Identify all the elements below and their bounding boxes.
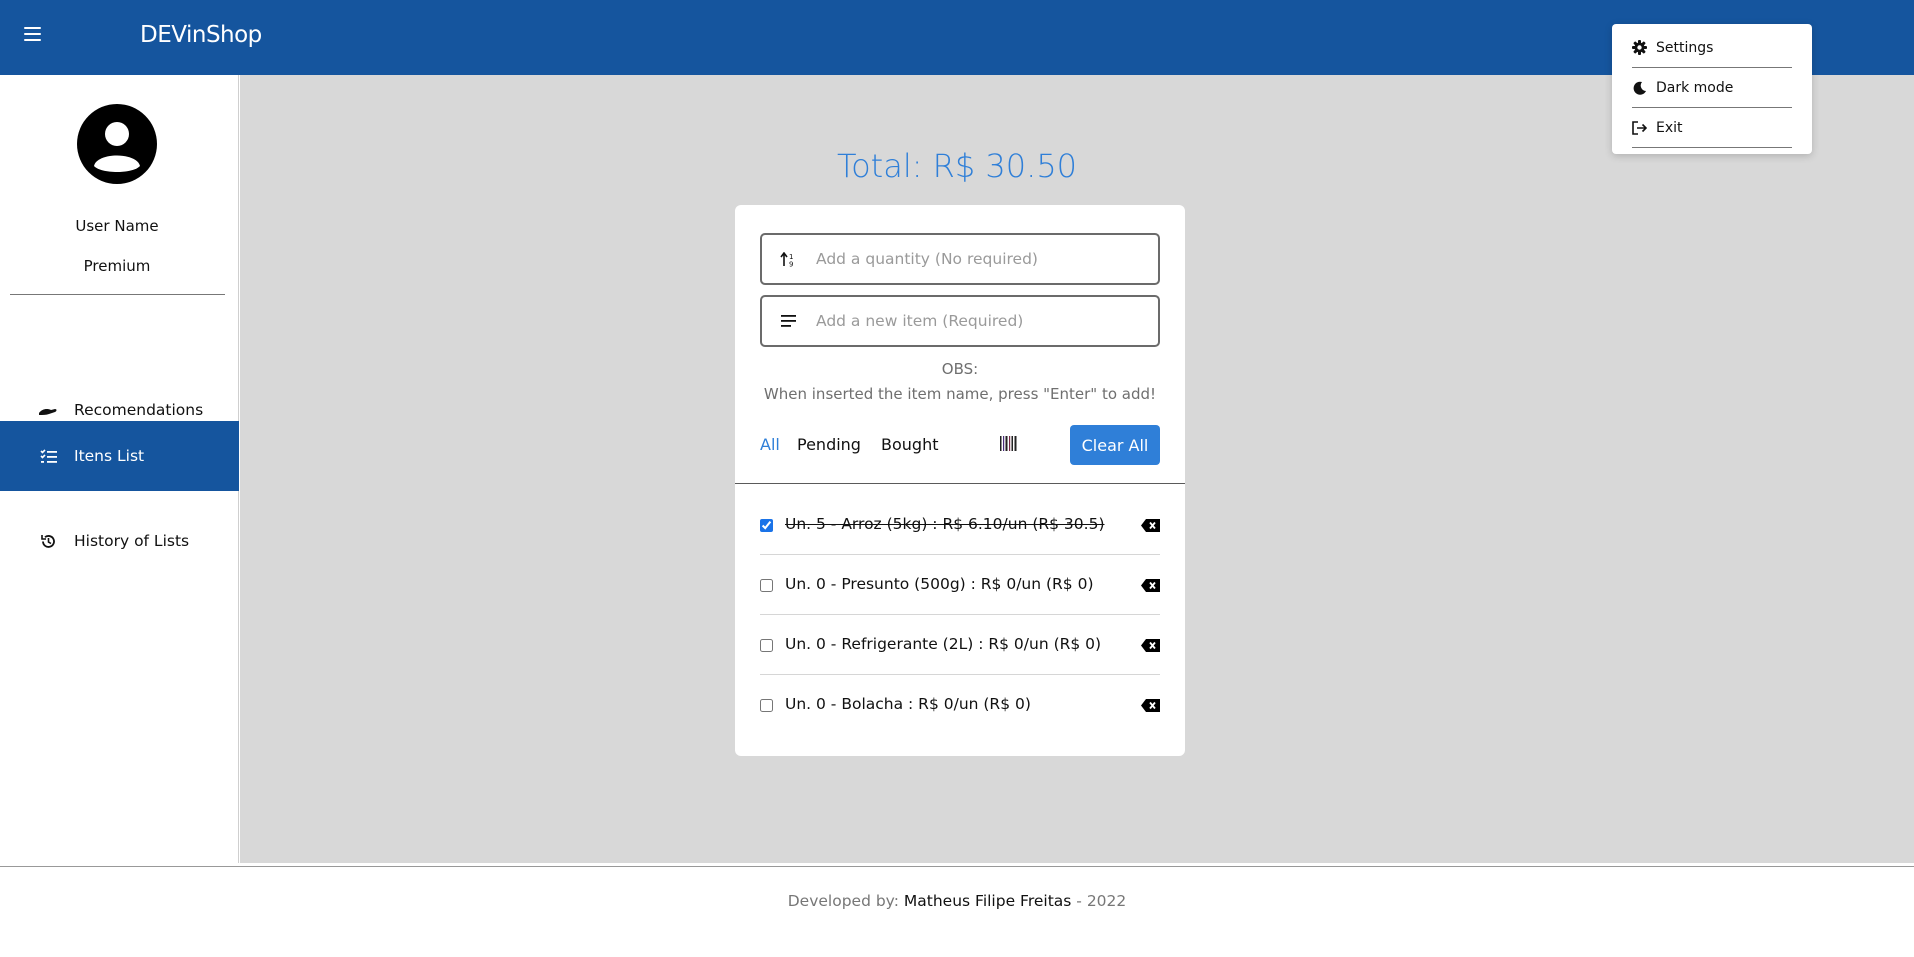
footer-author: Matheus Filipe Freitas — [903, 892, 1072, 910]
footer: Developed by: Matheus Filipe Freitas - 2… — [0, 866, 1914, 957]
obs-title: OBS: — [941, 360, 979, 378]
delete-item-icon[interactable] — [1141, 699, 1160, 712]
shopping-list-card: 1 9 OBS: When inserted the item name, pr… — [735, 205, 1185, 756]
item-text: Un. 5 - Arroz (5kg) : R$ 6.10/un (R$ 30.… — [785, 515, 1105, 533]
barcode-icon[interactable] — [1000, 436, 1017, 451]
exit-icon — [1632, 120, 1647, 135]
delete-item-icon[interactable] — [1141, 519, 1160, 532]
list-item: Un. 0 - Bolacha : R$ 0/un (R$ 0) — [760, 675, 1160, 735]
menu-item-label: Settings — [1656, 39, 1714, 56]
user-dropdown-menu: Settings Dark mode Exit — [1612, 24, 1812, 154]
filter-pending[interactable]: Pending — [797, 435, 861, 454]
menu-item-dark-mode[interactable]: Dark mode — [1632, 68, 1792, 108]
footer-prefix: Developed by: — [787, 892, 899, 910]
footer-year: - 2022 — [1076, 892, 1127, 910]
obs-text: When inserted the item name, press "Ente… — [763, 385, 1157, 403]
filter-bar: All Pending Bought Clear All — [760, 425, 1160, 465]
footer-credit: Developed by: Matheus Filipe Freitas - 2… — [0, 892, 1914, 910]
menu-item-settings[interactable]: Settings — [1632, 28, 1792, 68]
gear-icon — [1632, 40, 1647, 55]
user-plan: Premium — [83, 257, 151, 275]
filter-all[interactable]: All — [760, 435, 780, 454]
list-divider — [735, 483, 1185, 484]
quantity-field[interactable]: 1 9 — [760, 233, 1160, 285]
list-item: Un. 5 - Arroz (5kg) : R$ 6.10/un (R$ 30.… — [760, 495, 1160, 555]
sidebar-item-label: Itens List — [74, 447, 145, 465]
menu-item-label: Dark mode — [1656, 79, 1734, 96]
sidebar-item-label: Recomendations — [74, 401, 204, 419]
list-item: Un. 0 - Presunto (500g) : R$ 0/un (R$ 0) — [760, 555, 1160, 615]
item-text: Un. 0 - Refrigerante (2L) : R$ 0/un (R$ … — [785, 635, 1102, 653]
moon-icon — [1632, 80, 1647, 95]
user-name: User Name — [75, 217, 159, 235]
delete-item-icon[interactable] — [1141, 579, 1160, 592]
sort-numeric-icon: 1 9 — [778, 249, 798, 269]
item-checkbox[interactable] — [760, 579, 773, 592]
item-checkbox[interactable] — [760, 639, 773, 652]
svg-text:9: 9 — [789, 260, 793, 267]
filter-bought[interactable]: Bought — [881, 435, 938, 454]
quantity-input[interactable] — [816, 250, 1146, 268]
menu-item-label: Exit — [1656, 119, 1683, 136]
item-checkbox[interactable] — [760, 699, 773, 712]
delete-item-icon[interactable] — [1141, 639, 1160, 652]
item-text: Un. 0 - Presunto (500g) : R$ 0/un (R$ 0) — [785, 575, 1094, 593]
new-item-input[interactable] — [816, 312, 1146, 330]
hamburger-icon[interactable] — [24, 27, 41, 43]
item-checkbox[interactable] — [760, 519, 773, 532]
sidebar-item-itens-list[interactable]: Itens List — [0, 421, 239, 491]
sidebar: User Name Premium Recomendations Itens L… — [0, 75, 239, 863]
brand-title: DEVinShop — [140, 22, 262, 48]
history-icon — [38, 531, 58, 551]
sidebar-divider — [10, 294, 225, 295]
sidebar-item-history[interactable]: History of Lists — [0, 506, 239, 576]
new-item-field[interactable] — [760, 295, 1160, 347]
hand-icon — [38, 400, 58, 420]
checklist-icon — [38, 446, 58, 466]
lines-icon — [778, 311, 798, 331]
sidebar-item-label: History of Lists — [74, 532, 190, 550]
item-text: Un. 0 - Bolacha : R$ 0/un (R$ 0) — [785, 695, 1031, 713]
menu-item-exit[interactable]: Exit — [1632, 108, 1792, 148]
clear-all-button[interactable]: Clear All — [1070, 425, 1160, 465]
list-item: Un. 0 - Refrigerante (2L) : R$ 0/un (R$ … — [760, 615, 1160, 675]
